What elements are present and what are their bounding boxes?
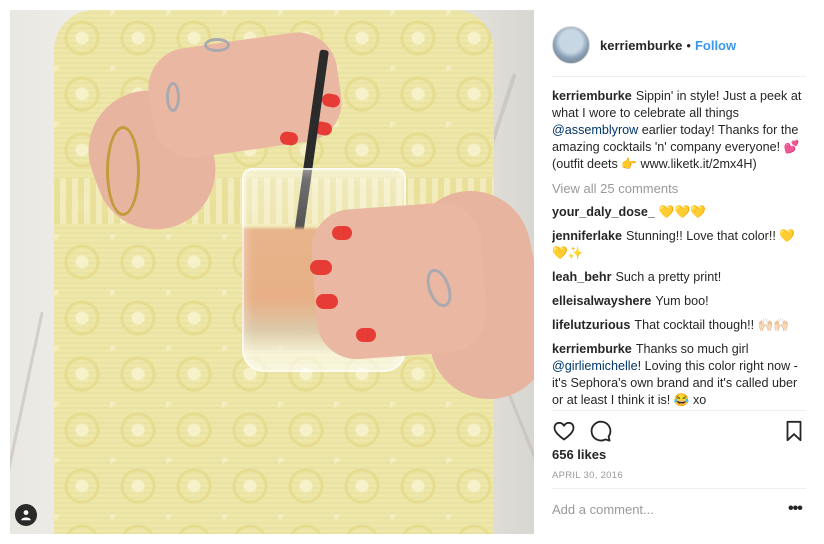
nail <box>332 226 352 240</box>
avatar[interactable] <box>552 26 590 64</box>
post-header: kerriemburke • Follow <box>552 20 736 70</box>
comment-text: That cocktail though!! 🙌🏻🙌🏻 <box>634 318 789 332</box>
bracelet <box>106 126 140 216</box>
comment-text: Thanks so much girl <box>635 342 749 356</box>
header-username[interactable]: kerriemburke <box>600 38 682 53</box>
footer-divider <box>552 488 806 489</box>
right-hand <box>308 200 490 362</box>
nail <box>310 260 332 275</box>
comment-item: lifelutzurious That cocktail though!! 🙌🏻🙌… <box>552 317 806 334</box>
bookmark-icon[interactable] <box>782 419 806 443</box>
comment-text: 💛💛💛 <box>658 205 706 219</box>
ring <box>166 82 180 112</box>
comment-item: kerriemburke Thanks so much girl @girliem… <box>552 341 806 409</box>
comments-list[interactable]: kerriemburke Sippin' in style! Just a pee… <box>552 88 806 410</box>
separator-dot: • <box>686 37 691 53</box>
user-tag-icon[interactable] <box>15 504 37 526</box>
comment-item: elleisalwayshere Yum boo! <box>552 293 806 310</box>
user-tag-icon <box>21 510 31 521</box>
post-date[interactable]: APRIL 30, 2016 <box>552 470 623 481</box>
add-comment-input[interactable] <box>552 498 782 520</box>
comment-username[interactable]: kerriemburke <box>552 342 632 356</box>
caption-username[interactable]: kerriemburke <box>552 89 632 103</box>
comment-item: leah_behr Such a pretty print! <box>552 269 806 286</box>
action-bar <box>552 416 806 446</box>
comment-username[interactable]: your_daly_dose_ <box>552 205 655 219</box>
nail <box>316 294 338 309</box>
comment-username[interactable]: elleisalwayshere <box>552 294 651 308</box>
comment-username[interactable]: jenniferlake <box>552 229 622 243</box>
header-divider <box>552 76 806 77</box>
comment-username[interactable]: lifelutzurious <box>552 318 630 332</box>
post-side-panel: kerriemburke • Follow kerriemburke Sippin… <box>540 10 814 534</box>
post-caption: kerriemburke Sippin' in style! Just a pee… <box>552 88 806 173</box>
view-all-comments-link[interactable]: View all 25 comments <box>552 181 806 196</box>
comment-text: Yum boo! <box>655 294 709 308</box>
nail <box>356 328 376 342</box>
comment-bubble-icon[interactable] <box>588 419 612 443</box>
follow-button[interactable]: Follow <box>695 38 736 53</box>
comments-divider <box>552 410 806 411</box>
heart-icon[interactable] <box>552 419 576 443</box>
more-options-button[interactable]: ••• <box>788 500 803 518</box>
marble-vein <box>10 311 44 489</box>
caption-mention-link[interactable]: @assemblyrow <box>552 123 638 137</box>
comment-username[interactable]: leah_behr <box>552 270 612 284</box>
comment-text: Such a pretty print! <box>615 270 722 284</box>
comment-item: your_daly_dose_ 💛💛💛 <box>552 204 806 221</box>
comment-mention-link[interactable]: @girliemichelle <box>552 359 638 373</box>
post-photo[interactable] <box>10 10 534 534</box>
likes-count[interactable]: 656 likes <box>552 447 606 462</box>
comment-item: jenniferlake Stunning!! Love that color!!… <box>552 228 806 262</box>
ring <box>204 38 230 52</box>
